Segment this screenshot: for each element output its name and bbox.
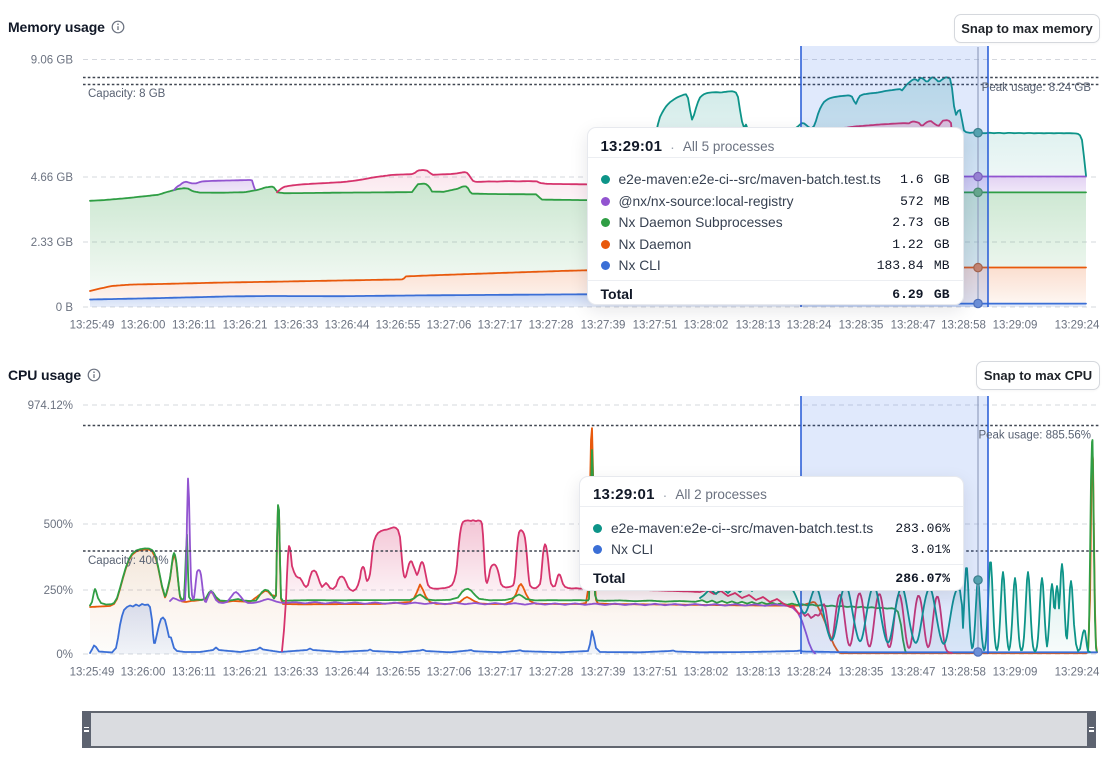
svg-text:13:27:28: 13:27:28 [529, 667, 574, 679]
svg-text:13:26:21: 13:26:21 [223, 667, 268, 679]
svg-text:Capacity: 400%: Capacity: 400% [88, 555, 169, 567]
svg-text:13:28:35: 13:28:35 [839, 320, 884, 332]
svg-text:13:28:58: 13:28:58 [941, 667, 986, 679]
svg-text:13:29:24: 13:29:24 [1055, 667, 1100, 679]
svg-text:13:26:11: 13:26:11 [172, 320, 216, 332]
svg-text:13:26:11: 13:26:11 [172, 667, 216, 679]
svg-text:4.66 GB: 4.66 GB [31, 172, 74, 184]
svg-text:13:27:17: 13:27:17 [478, 667, 523, 679]
svg-text:0 B: 0 B [56, 302, 74, 314]
svg-text:250%: 250% [44, 585, 73, 597]
svg-text:Capacity: 8 GB: Capacity: 8 GB [88, 88, 166, 100]
svg-text:9.06 GB: 9.06 GB [31, 55, 74, 67]
svg-text:13:28:58: 13:28:58 [941, 320, 986, 332]
svg-text:13:27:06: 13:27:06 [427, 320, 472, 332]
svg-text:13:27:06: 13:27:06 [427, 667, 472, 679]
svg-text:13:28:47: 13:28:47 [891, 320, 936, 332]
svg-text:Peak usage: 885.56%: Peak usage: 885.56% [978, 430, 1091, 442]
svg-text:0%: 0% [56, 649, 73, 661]
svg-text:13:27:39: 13:27:39 [581, 320, 626, 332]
svg-text:13:26:00: 13:26:00 [121, 320, 166, 332]
svg-text:974.12%: 974.12% [28, 400, 73, 412]
svg-text:13:26:21: 13:26:21 [223, 320, 268, 332]
svg-text:13:25:49: 13:25:49 [70, 320, 115, 332]
svg-text:13:26:00: 13:26:00 [121, 667, 166, 679]
svg-text:13:25:49: 13:25:49 [70, 667, 115, 679]
svg-text:13:28:35: 13:28:35 [839, 667, 884, 679]
svg-text:13:28:24: 13:28:24 [787, 667, 832, 679]
svg-text:13:28:13: 13:28:13 [736, 667, 781, 679]
svg-text:500%: 500% [44, 519, 73, 531]
svg-text:13:26:44: 13:26:44 [325, 320, 370, 332]
svg-text:13:29:09: 13:29:09 [993, 667, 1038, 679]
svg-text:13:28:02: 13:28:02 [684, 667, 729, 679]
svg-text:13:26:55: 13:26:55 [376, 667, 421, 679]
svg-text:13:27:17: 13:27:17 [478, 320, 523, 332]
svg-text:13:28:13: 13:28:13 [736, 320, 781, 332]
svg-text:13:26:33: 13:26:33 [274, 667, 319, 679]
svg-text:13:28:02: 13:28:02 [684, 320, 729, 332]
svg-text:13:26:33: 13:26:33 [274, 320, 319, 332]
svg-text:13:27:51: 13:27:51 [633, 667, 678, 679]
svg-text:13:28:24: 13:28:24 [787, 320, 832, 332]
svg-text:13:27:28: 13:27:28 [529, 320, 574, 332]
svg-text:13:29:24: 13:29:24 [1055, 320, 1100, 332]
svg-text:13:26:44: 13:26:44 [325, 667, 370, 679]
svg-text:13:27:51: 13:27:51 [633, 320, 678, 332]
svg-text:2.33 GB: 2.33 GB [31, 237, 74, 249]
svg-text:13:28:47: 13:28:47 [891, 667, 936, 679]
svg-text:Peak usage: 8.24 GB: Peak usage: 8.24 GB [982, 82, 1092, 94]
svg-text:13:27:39: 13:27:39 [581, 667, 626, 679]
svg-text:13:26:55: 13:26:55 [376, 320, 421, 332]
svg-text:13:29:09: 13:29:09 [993, 320, 1038, 332]
